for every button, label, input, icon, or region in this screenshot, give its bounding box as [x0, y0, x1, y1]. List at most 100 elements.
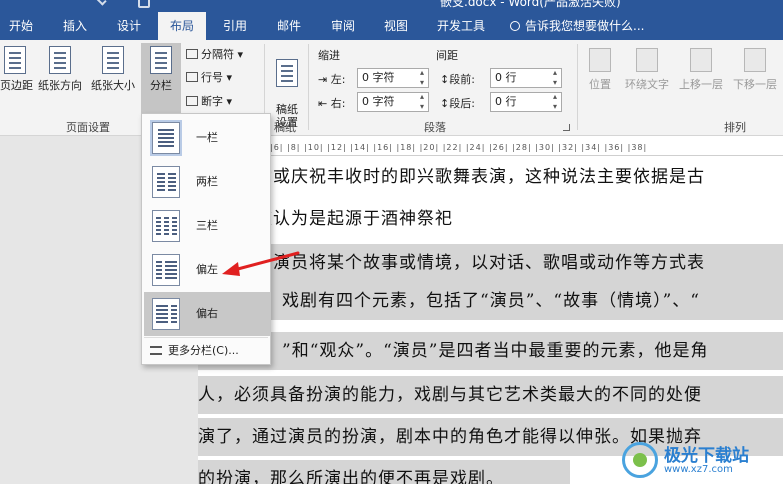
spacing-after-input[interactable]: 0 行 — [490, 92, 562, 112]
tab-insert[interactable]: 插入 — [52, 12, 98, 40]
margins-button[interactable]: 页边距 — [0, 46, 33, 93]
send-backward-label: 下移一层 — [733, 78, 777, 91]
tab-review[interactable]: 审阅 — [320, 12, 366, 40]
orientation-icon — [49, 46, 71, 74]
wrap-text-icon — [636, 48, 658, 72]
manuscript-button[interactable]: 稿纸 设置 — [268, 46, 306, 129]
size-button[interactable]: 纸张大小 — [88, 46, 138, 93]
divider — [577, 44, 578, 130]
undo-icon[interactable] — [95, 0, 107, 6]
selected-text-line[interactable]: 由演员将某个故事或情境，以对话、歌唱或动作等方式表 — [198, 244, 783, 282]
spacing-header: 间距 — [436, 49, 458, 62]
selected-text-line[interactable]: ”和“观众”。“演员”是四者当中最重要的元素，他是角 — [198, 332, 783, 370]
left-column-icon — [152, 254, 180, 286]
send-backward-icon — [744, 48, 766, 72]
more-columns-label: 更多分栏(C)... — [168, 344, 239, 357]
paper-size-icon — [102, 46, 124, 74]
columns-option-left[interactable]: 偏左 — [144, 248, 270, 292]
selected-text-line[interactable]: 戏剧有四个元素，包括了“演员”、“故事（情境）”、“ — [198, 282, 783, 320]
spacing-before-icon: ↕ — [440, 73, 450, 86]
breaks-label: 分隔符 — [201, 48, 234, 61]
document-page[interactable]: 动或庆祝丰收时的即兴歌舞表演，这种说法主要依据是古 被认为是起源于酒神祭祀 由演… — [198, 156, 783, 484]
columns-option-label: 一栏 — [196, 131, 218, 144]
print-preview-icon[interactable] — [138, 0, 150, 8]
indent-left-text: 左: — [330, 73, 346, 86]
bring-forward-button[interactable]: 上移一层 — [674, 48, 728, 92]
indent-left-label: ⇥ 左: — [318, 71, 345, 87]
selected-text-line[interactable]: 人，必须具备扮演的能力，戏剧与其它艺术类最大的不同的处便 — [198, 376, 783, 414]
watermark-url: www.xz7.com — [664, 464, 733, 475]
columns-icon — [150, 46, 172, 74]
tell-me-text: 告诉我您想要做什么... — [525, 19, 645, 33]
lightbulb-icon — [510, 21, 520, 31]
watermark-logo-icon — [622, 442, 658, 478]
three-columns-icon — [152, 210, 180, 242]
more-columns-button[interactable]: 更多分栏(C)... — [144, 340, 270, 362]
spacing-before-label: ↕段前: — [440, 71, 475, 87]
bring-forward-icon — [690, 48, 712, 72]
breaks-button[interactable]: 分隔符 ▾ — [186, 46, 243, 62]
page-setup-group-label: 页面设置 — [66, 121, 110, 134]
two-columns-icon — [152, 166, 180, 198]
tab-references[interactable]: 引用 — [212, 12, 258, 40]
indent-header: 缩进 — [318, 49, 340, 62]
columns-option-two[interactable]: 两栏 — [144, 160, 270, 204]
paragraph-group-label: 段落 — [424, 121, 446, 134]
columns-option-three[interactable]: 三栏 — [144, 204, 270, 248]
tab-view[interactable]: 视图 — [373, 12, 419, 40]
paragraph-launcher[interactable] — [563, 124, 570, 131]
indent-left-icon: ⇥ — [318, 73, 328, 86]
arrange-group-label: 排列 — [724, 121, 746, 134]
margins-icon — [4, 46, 26, 74]
indent-right-label: ⇤ 右: — [318, 95, 345, 111]
selected-text-line[interactable]: 的扮演，那么所演出的便不再是戏剧。 — [198, 460, 570, 484]
tab-home[interactable]: 开始 — [0, 12, 42, 40]
columns-option-right[interactable]: 偏右 — [144, 292, 270, 336]
send-backward-button[interactable]: 下移一层 — [728, 48, 782, 92]
hyphenation-button[interactable]: 断字 ▾ — [186, 93, 232, 109]
wrap-text-label: 环绕文字 — [625, 78, 669, 91]
title-bar: 嵌支.docx - Word(产品激活失败) — [0, 0, 783, 12]
tab-developer[interactable]: 开发工具 — [428, 12, 494, 40]
columns-label: 分栏 — [150, 79, 172, 92]
columns-option-label: 两栏 — [196, 175, 218, 188]
columns-dropdown: 一栏 两栏 三栏 偏左 偏右 更多分栏(C)... — [141, 113, 271, 365]
orientation-button[interactable]: 纸张方向 — [34, 46, 86, 93]
columns-option-one[interactable]: 一栏 — [144, 116, 270, 160]
tell-me-search[interactable]: 告诉我您想要做什么... — [510, 12, 644, 40]
line-numbers-button[interactable]: 行号 ▾ — [186, 69, 232, 85]
columns-option-label: 偏左 — [196, 263, 218, 276]
tab-mailings[interactable]: 邮件 — [266, 12, 312, 40]
tab-design[interactable]: 设计 — [106, 12, 152, 40]
wrap-text-button[interactable]: 环绕文字 — [620, 48, 674, 92]
horizontal-ruler[interactable]: |6| |8| |10| |12| |14| |16| |18| |20| |2… — [270, 140, 783, 156]
indent-left-input[interactable]: 0 字符 — [357, 68, 429, 88]
more-columns-icon — [150, 346, 162, 355]
one-column-icon — [152, 122, 180, 154]
ribbon-tabs: 开始 插入 设计 布局 引用 邮件 审阅 视图 开发工具 告诉我您想要做什么..… — [0, 12, 783, 40]
spacing-after-text: 段后: — [449, 97, 475, 110]
size-label: 纸张大小 — [91, 79, 135, 92]
text-line[interactable]: 被认为是起源于酒神祭祀 — [255, 200, 783, 238]
watermark: 极光下载站 www.xz7.com — [618, 440, 783, 484]
menu-divider — [144, 337, 268, 338]
spacing-after-icon: ↕ — [440, 97, 450, 110]
columns-option-label: 三栏 — [196, 219, 218, 232]
position-icon — [589, 48, 611, 72]
position-button[interactable]: 位置 — [583, 48, 617, 92]
spacing-before-input[interactable]: 0 行 — [490, 68, 562, 88]
position-label: 位置 — [589, 78, 611, 91]
watermark-title: 极光下载站 — [664, 446, 749, 466]
line-numbers-label: 行号 — [201, 71, 223, 84]
columns-option-label: 偏右 — [196, 307, 218, 320]
hyphenation-label: 断字 — [201, 95, 223, 108]
indent-right-input[interactable]: 0 字符 — [357, 92, 429, 112]
bring-forward-label: 上移一层 — [679, 78, 723, 91]
columns-button[interactable]: 分栏 — [141, 43, 181, 115]
margins-label: 页边距 — [0, 79, 33, 92]
text-line[interactable]: 动或庆祝丰收时的即兴歌舞表演，这种说法主要依据是古 — [255, 158, 783, 196]
hyphenation-icon — [186, 96, 198, 106]
indent-right-text: 右: — [330, 97, 346, 110]
tab-layout[interactable]: 布局 — [158, 12, 206, 40]
line-numbers-icon — [186, 72, 198, 82]
